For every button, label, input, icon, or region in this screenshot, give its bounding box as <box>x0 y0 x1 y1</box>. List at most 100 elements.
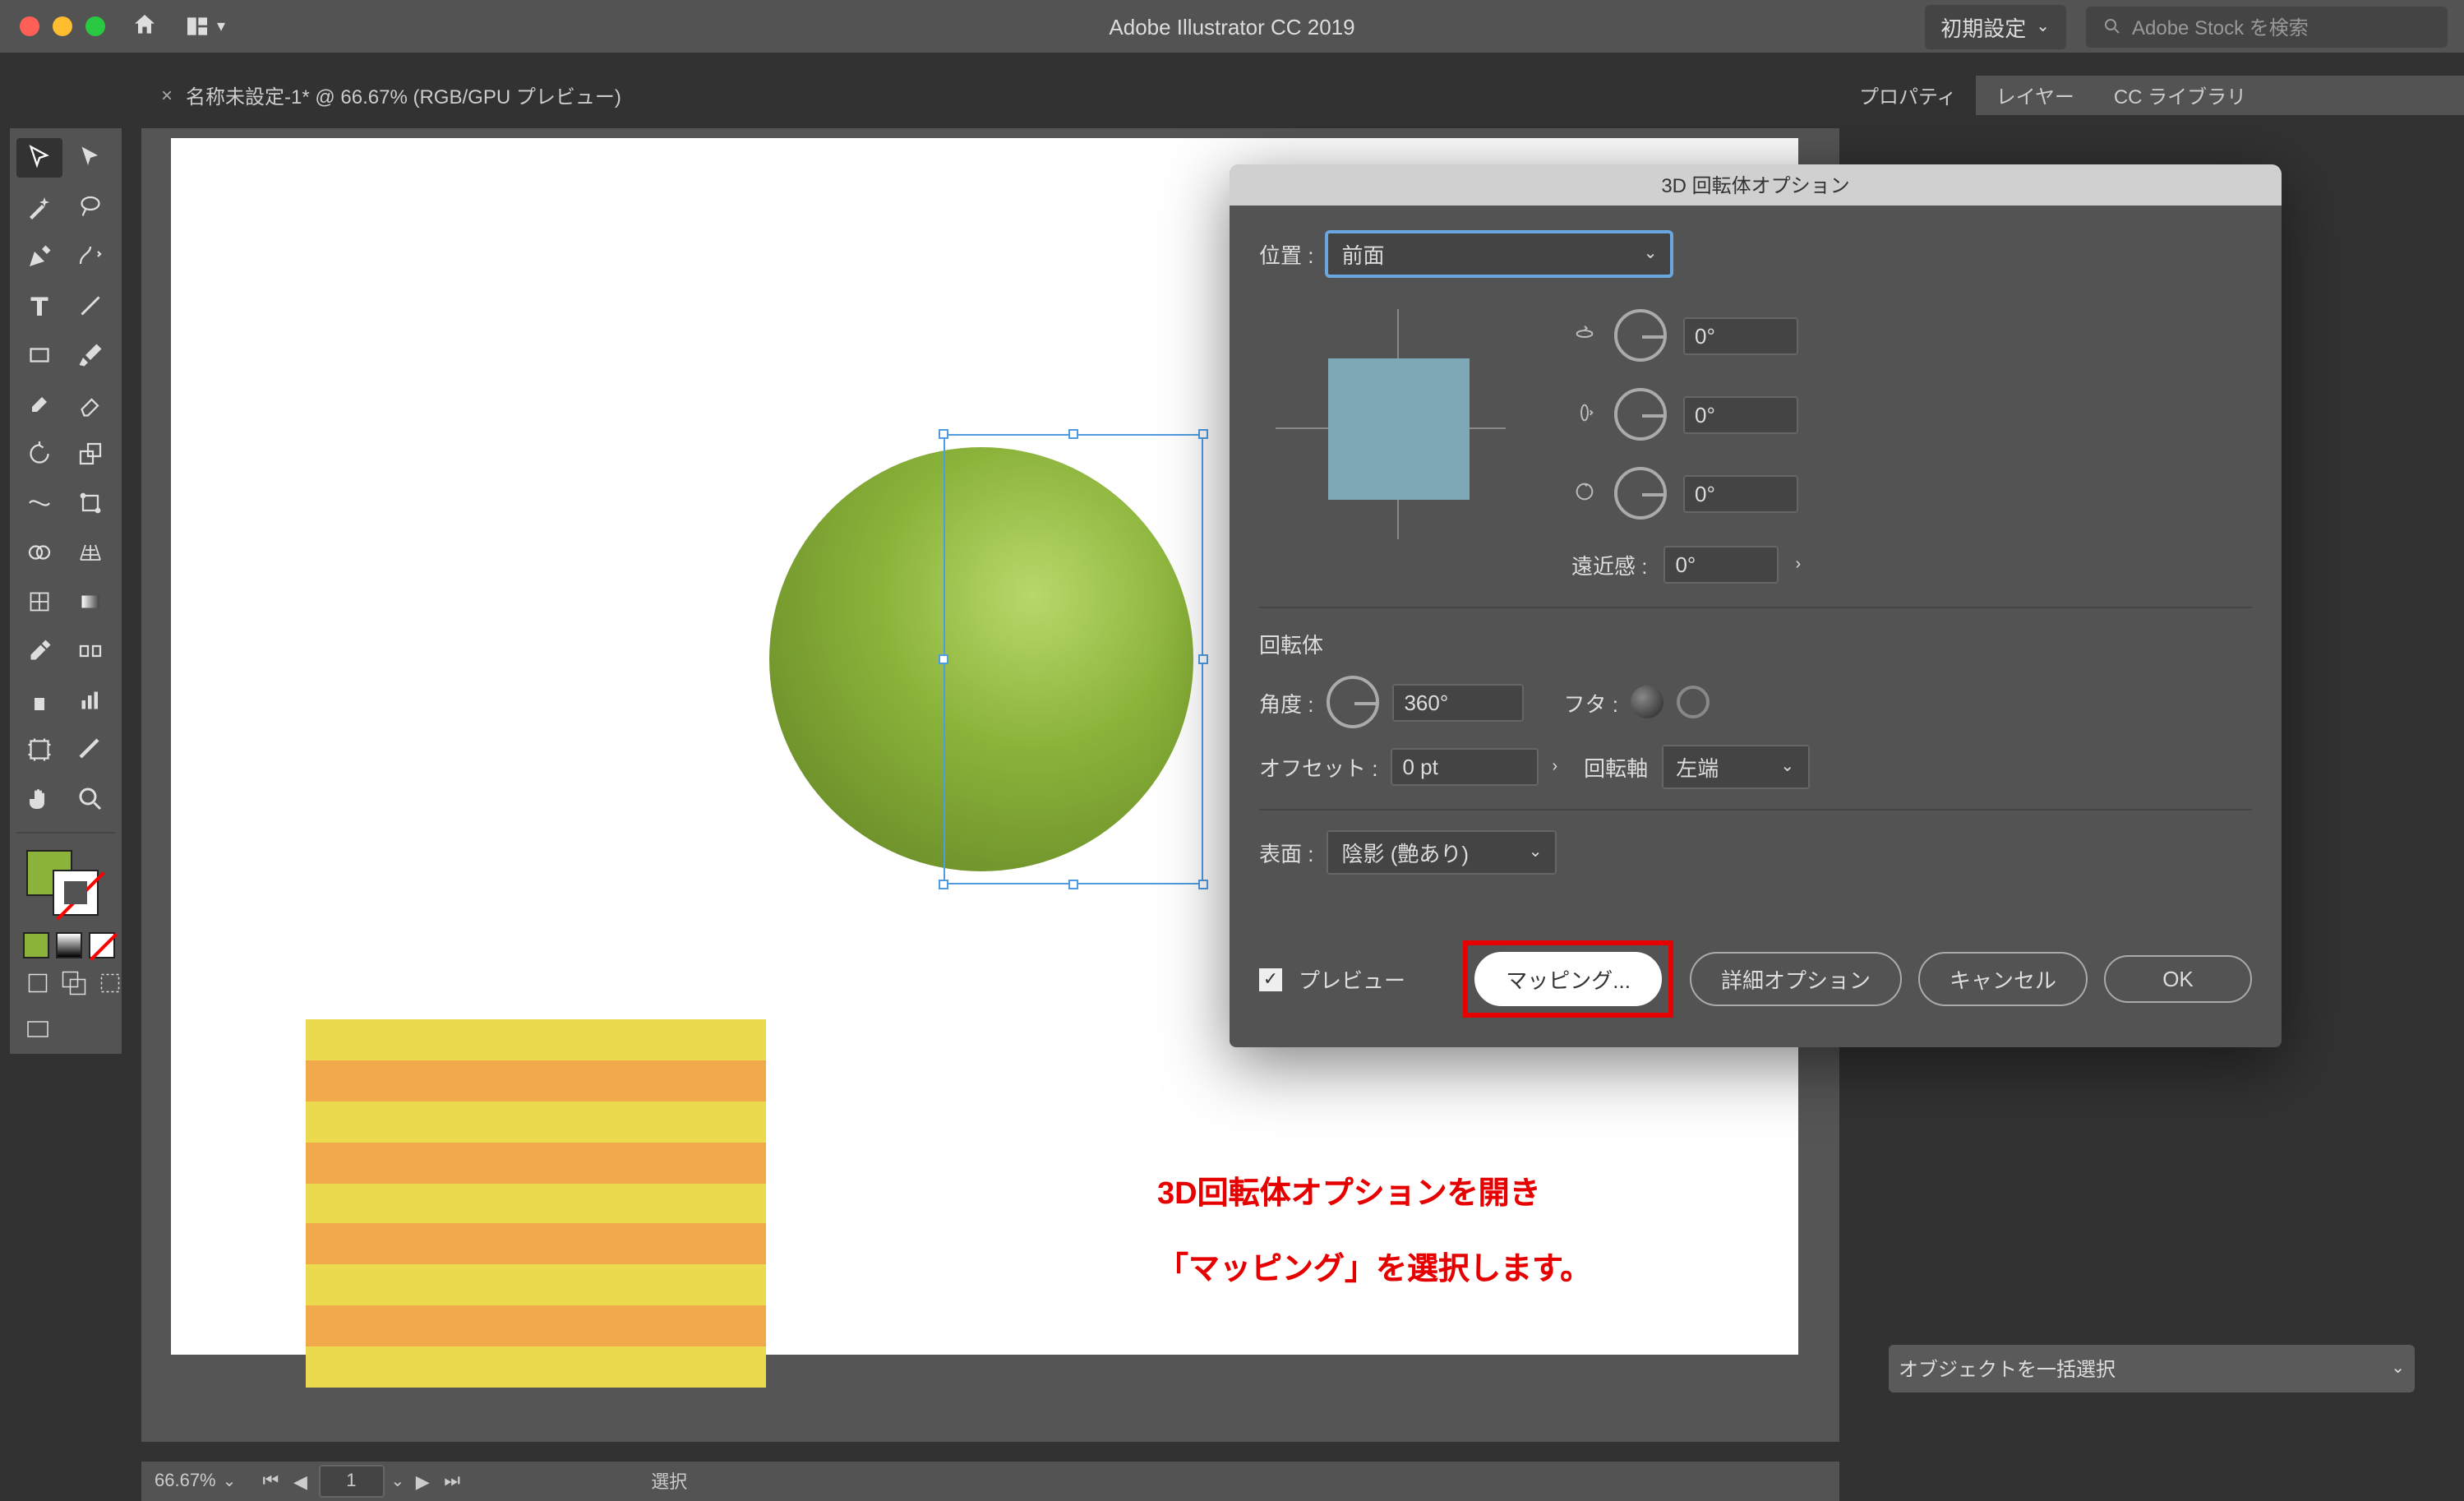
close-window-icon[interactable] <box>20 16 39 36</box>
zoom-value: 66.67% <box>155 1471 216 1491</box>
rectangle-tool[interactable] <box>16 335 62 375</box>
eyedropper-tool[interactable] <box>16 631 62 671</box>
fill-stroke-control[interactable] <box>16 847 115 922</box>
last-artboard-icon[interactable]: ⏭ <box>441 1470 464 1493</box>
rotate-z-dial[interactable] <box>1614 467 1667 520</box>
striped-rectangle-object[interactable] <box>306 1019 766 1266</box>
resize-handle[interactable] <box>939 654 948 664</box>
more-options-button[interactable]: 詳細オプション <box>1690 952 1902 1006</box>
color-chip-gradient[interactable] <box>56 932 82 958</box>
cap-off-icon[interactable] <box>1677 686 1710 718</box>
angle-input[interactable]: 360° <box>1392 683 1524 721</box>
resize-handle[interactable] <box>1198 429 1208 439</box>
rotate-tool[interactable] <box>16 434 62 473</box>
first-artboard-icon[interactable]: ⏮ <box>259 1470 282 1493</box>
position-select[interactable]: 前面 ⌄ <box>1327 232 1672 276</box>
resize-handle[interactable] <box>1198 880 1208 889</box>
magic-wand-tool[interactable] <box>16 187 62 227</box>
rotate-z-input[interactable]: 0° <box>1683 474 1798 512</box>
line-segment-tool[interactable] <box>67 286 113 326</box>
eraser-tool[interactable] <box>67 385 113 424</box>
color-mode-row <box>16 932 115 958</box>
shape-builder-tool[interactable] <box>16 533 62 572</box>
resize-handle[interactable] <box>939 429 948 439</box>
document-tab[interactable]: × 名称未設定-1* @ 66.67% (RGB/GPU プレビュー) <box>161 81 621 109</box>
perspective-input[interactable]: 0° <box>1663 546 1779 584</box>
rotate-x-icon <box>1571 320 1598 351</box>
preview-checkbox[interactable]: ✓ <box>1259 968 1282 991</box>
blend-tool[interactable] <box>67 631 113 671</box>
rotate-x-dial[interactable] <box>1614 309 1667 362</box>
color-chip-solid[interactable] <box>23 932 49 958</box>
zoom-level[interactable]: 66.67% ⌄ <box>155 1471 236 1491</box>
selection-tool[interactable] <box>16 138 62 178</box>
workspace-switcher[interactable]: 初期設定 ⌄ <box>1924 4 2066 48</box>
artboard-tool[interactable] <box>16 730 62 769</box>
cancel-button[interactable]: キャンセル <box>1918 952 2088 1006</box>
tutorial-annotation: 3D回転体オプションを開き 「マッピング」を選択します。 <box>1157 1157 1591 1307</box>
angle-dial[interactable] <box>1327 676 1379 728</box>
slice-tool[interactable] <box>67 730 113 769</box>
hand-tool[interactable] <box>16 779 62 819</box>
artboard-number[interactable]: 1 <box>318 1465 384 1498</box>
column-graph-tool[interactable] <box>67 681 113 720</box>
paintbrush-tool[interactable] <box>67 335 113 375</box>
tab-layers[interactable]: レイヤー <box>1977 76 2094 115</box>
rotation-preview[interactable] <box>1259 293 1522 556</box>
curvature-tool[interactable] <box>67 237 113 276</box>
draw-inside-icon[interactable] <box>95 968 125 998</box>
chevron-down-icon: ⌄ <box>2391 1360 2405 1378</box>
arrange-documents-icon[interactable]: ▾ <box>184 13 225 39</box>
width-tool[interactable] <box>16 483 62 523</box>
stroke-color-swatch[interactable] <box>53 870 99 916</box>
surface-select[interactable]: 陰影 (艶あり) ⌄ <box>1327 830 1557 875</box>
mesh-tool[interactable] <box>16 582 62 621</box>
stock-search-input[interactable]: Adobe Stock を検索 <box>2086 6 2448 47</box>
map-art-button[interactable]: マッピング... <box>1474 952 1662 1006</box>
rotate-y-input[interactable]: 0° <box>1683 395 1798 433</box>
screen-mode-icon[interactable] <box>23 1014 53 1044</box>
symbol-sprayer-tool[interactable] <box>16 681 62 720</box>
pen-tool[interactable] <box>16 237 62 276</box>
tab-properties[interactable]: プロパティ <box>1839 76 1977 115</box>
scale-tool[interactable] <box>67 434 113 473</box>
search-icon <box>2102 16 2122 36</box>
stepper-icon[interactable]: › <box>1552 758 1557 776</box>
resize-handle[interactable] <box>939 880 948 889</box>
chevron-down-icon[interactable]: ⌄ <box>390 1472 404 1490</box>
resize-handle[interactable] <box>1068 429 1078 439</box>
app-topbar: ▾ Adobe Illustrator CC 2019 初期設定 ⌄ Adobe… <box>0 0 2464 53</box>
home-icon[interactable] <box>132 11 158 42</box>
stepper-icon[interactable]: › <box>1795 556 1801 574</box>
lasso-tool[interactable] <box>67 187 113 227</box>
maximize-window-icon[interactable] <box>85 16 105 36</box>
recolor-artwork-button[interactable]: オブジェクトを一括選択 ⌄ <box>1889 1345 2415 1392</box>
draw-behind-icon[interactable] <box>59 968 89 998</box>
free-transform-tool[interactable] <box>67 483 113 523</box>
gradient-tool[interactable] <box>67 582 113 621</box>
cap-on-icon[interactable] <box>1631 686 1664 718</box>
resize-handle[interactable] <box>1068 880 1078 889</box>
next-artboard-icon[interactable]: ▶ <box>411 1470 434 1493</box>
prev-artboard-icon[interactable]: ◀ <box>288 1470 311 1493</box>
minimize-window-icon[interactable] <box>53 16 72 36</box>
direct-selection-tool[interactable] <box>67 138 113 178</box>
resize-handle[interactable] <box>1198 654 1208 664</box>
panel-tabs: プロパティ レイヤー CC ライブラリ <box>1839 76 2464 115</box>
close-tab-icon[interactable]: × <box>161 84 173 107</box>
type-tool[interactable] <box>16 286 62 326</box>
tool-mode-label: 選択 <box>651 1468 687 1494</box>
selection-bounding-box[interactable] <box>944 434 1203 884</box>
rotate-y-dial[interactable] <box>1614 388 1667 441</box>
draw-normal-icon[interactable] <box>23 968 53 998</box>
ok-button[interactable]: OK <box>2104 955 2252 1003</box>
tab-cc-libraries[interactable]: CC ライブラリ <box>2094 76 2266 115</box>
shaper-tool[interactable] <box>16 385 62 424</box>
perspective-grid-tool[interactable] <box>67 533 113 572</box>
color-chip-none[interactable] <box>89 932 115 958</box>
axis-select[interactable]: 左端 ⌄ <box>1661 745 1809 789</box>
zoom-tool[interactable] <box>67 779 113 819</box>
rotate-x-input[interactable]: 0° <box>1683 316 1798 354</box>
window-controls[interactable] <box>20 16 105 36</box>
offset-input[interactable]: 0 pt <box>1391 748 1539 786</box>
